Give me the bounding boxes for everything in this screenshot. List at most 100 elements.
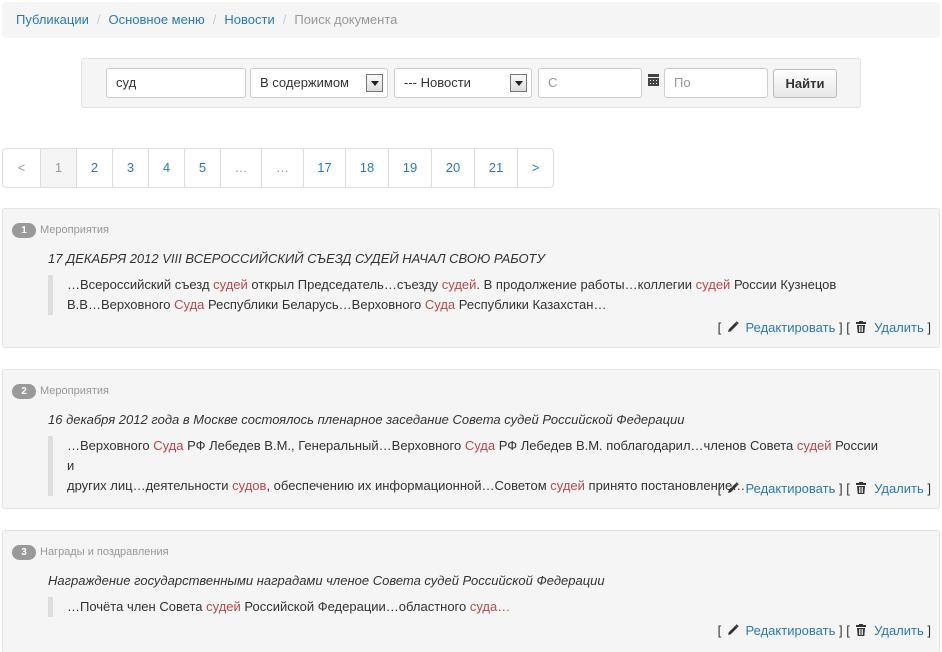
- highlighted-term: судей: [213, 277, 248, 292]
- snippet-text: , обеспечению их информационной…Советом: [266, 478, 551, 493]
- search-scope-select[interactable]: В содержимом: [250, 68, 388, 98]
- pencil-icon: [727, 624, 739, 635]
- page-link-21[interactable]: 21: [474, 149, 517, 187]
- breadcrumb-separator: /: [282, 12, 287, 27]
- highlighted-term: судей: [550, 478, 585, 493]
- page-link-1[interactable]: 1: [40, 149, 76, 187]
- bracket: ]: [838, 623, 843, 638]
- search-result: 2 Мероприятия 16 декабря 2012 года в Мос…: [2, 369, 940, 509]
- highlighted-term: судей: [695, 277, 731, 292]
- breadcrumb-separator: /: [96, 12, 101, 27]
- snippet-text: …Всероссийский съезд: [67, 277, 214, 292]
- bracket: ]: [927, 623, 931, 638]
- snippet-text: России Кузнецов: [730, 277, 837, 292]
- trash-icon: [856, 482, 867, 494]
- bracket: ]: [838, 481, 843, 496]
- result-actions: [ Редактировать ] [ Удалить ]: [718, 320, 931, 335]
- result-title[interactable]: Награждение государственными наградами ч…: [48, 573, 605, 588]
- pagination-prev[interactable]: <: [3, 149, 40, 187]
- breadcrumb-news[interactable]: Новости: [224, 12, 274, 27]
- delete-link[interactable]: Удалить: [874, 481, 924, 496]
- result-category: Мероприятия: [40, 224, 109, 236]
- snippet-text: РФ Лебедев В.М. поблагодарил…членов Сове…: [495, 438, 797, 453]
- find-button[interactable]: Найти: [773, 69, 837, 98]
- bracket: [: [846, 481, 850, 496]
- section-value: --- Новости: [404, 75, 471, 90]
- highlighted-term: судей: [441, 277, 477, 292]
- snippet-text: Российской Федерации…областного: [240, 599, 470, 614]
- search-result: 3 Награды и поздравления Награждение гос…: [2, 530, 940, 652]
- highlighted-term: Суда: [424, 297, 456, 312]
- page-link-3[interactable]: 3: [112, 149, 148, 187]
- result-number-badge: 3: [12, 545, 36, 560]
- snippet-line: В.В…Верховного Суда Республики Беларусь……: [67, 295, 888, 315]
- result-category: Мероприятия: [40, 385, 109, 397]
- calendar-icon[interactable]: [648, 74, 659, 86]
- highlighted-term: судов: [232, 478, 267, 493]
- result-title[interactable]: 17 ДЕКАБРЯ 2012 VIII ВСЕРОССИЙСКИЙ СЪЕЗД…: [48, 251, 545, 266]
- pagination: < 1 2 3 4 5 … … 17 18 19 20 21 >: [2, 148, 554, 188]
- bracket: [: [846, 623, 850, 638]
- snippet-text: В.В…Верховного: [67, 297, 175, 312]
- trash-icon: [856, 624, 867, 636]
- page-link-19[interactable]: 19: [388, 149, 431, 187]
- breadcrumb-main-menu[interactable]: Основное меню: [109, 12, 205, 27]
- snippet-text: других лиц…деятельности: [67, 478, 233, 493]
- page-link-2[interactable]: 2: [76, 149, 112, 187]
- page-link-5[interactable]: 5: [184, 149, 220, 187]
- dropdown-arrow-icon: [510, 74, 527, 92]
- edit-link[interactable]: Редактировать: [746, 320, 836, 335]
- page-ellipsis: …: [220, 149, 261, 187]
- result-actions: [ Редактировать ] [ Удалить ]: [718, 623, 931, 638]
- page-link-17[interactable]: 17: [303, 149, 345, 187]
- highlighted-term: судей: [206, 599, 241, 614]
- trash-icon: [856, 321, 867, 333]
- delete-link[interactable]: Удалить: [874, 320, 924, 335]
- edit-link[interactable]: Редактировать: [746, 623, 836, 638]
- snippet-text: …Почёта член Совета: [67, 599, 207, 614]
- edit-link[interactable]: Редактировать: [746, 481, 836, 496]
- highlighted-term: Суда: [464, 438, 496, 453]
- result-title[interactable]: 16 декабря 2012 года в Москве состоялось…: [48, 412, 684, 427]
- page-ellipsis: …: [261, 149, 303, 187]
- snippet-text: . В продолжение работы…коллегии: [476, 277, 696, 292]
- highlighted-term: Суда: [153, 438, 184, 453]
- snippet-text: Республики Беларусь…Верховного: [204, 297, 425, 312]
- search-scope-value: В содержимом: [260, 75, 349, 90]
- breadcrumb-current: Поиск документа: [294, 12, 398, 27]
- pagination-next[interactable]: >: [517, 149, 553, 187]
- snippet-text: открыл Председатель…съезду: [247, 277, 442, 292]
- result-number-badge: 1: [12, 223, 36, 238]
- pencil-icon: [727, 482, 739, 493]
- snippet-text: РФ Лебедев В.М., Генеральный…Верховного: [183, 438, 465, 453]
- bracket: [: [846, 320, 850, 335]
- page-link-20[interactable]: 20: [431, 149, 474, 187]
- breadcrumb-publications[interactable]: Публикации: [16, 12, 89, 27]
- date-to-input[interactable]: По: [664, 68, 768, 98]
- bracket: [: [717, 481, 722, 496]
- date-from-input[interactable]: С: [538, 68, 642, 98]
- breadcrumb: Публикации / Основное меню / Новости / Поиск д…: [2, 2, 940, 38]
- bracket: ]: [838, 320, 843, 335]
- snippet-text: Республики Казахстан…: [455, 297, 607, 312]
- page-link-4[interactable]: 4: [148, 149, 184, 187]
- result-snippet: …Почёта член Совета судей Российской Фед…: [48, 597, 888, 617]
- bracket: [: [717, 623, 722, 638]
- delete-link[interactable]: Удалить: [874, 623, 924, 638]
- snippet-line: …Почёта член Совета судей Российской Фед…: [67, 597, 888, 617]
- page-link-18[interactable]: 18: [345, 149, 388, 187]
- dropdown-arrow-icon: [366, 74, 383, 92]
- result-number-badge: 2: [12, 384, 36, 399]
- bracket: ]: [927, 320, 931, 335]
- highlighted-term: судей: [796, 438, 832, 453]
- search-query-input[interactable]: суд: [106, 68, 246, 98]
- search-result: 1 Мероприятия 17 ДЕКАБРЯ 2012 VIII ВСЕРО…: [2, 208, 940, 348]
- snippet-text: …Верховного: [67, 438, 154, 453]
- snippet-line: …Всероссийский съезд судей открыл Предсе…: [67, 275, 888, 295]
- snippet-line: …Верховного Суда РФ Лебедев В.М., Генера…: [67, 436, 888, 476]
- result-snippet: …Всероссийский съезд судей открыл Предсе…: [48, 275, 888, 315]
- pencil-icon: [727, 321, 739, 332]
- bracket: ]: [927, 481, 931, 496]
- result-category: Награды и поздравления: [40, 546, 169, 558]
- section-select[interactable]: --- Новости: [394, 68, 532, 98]
